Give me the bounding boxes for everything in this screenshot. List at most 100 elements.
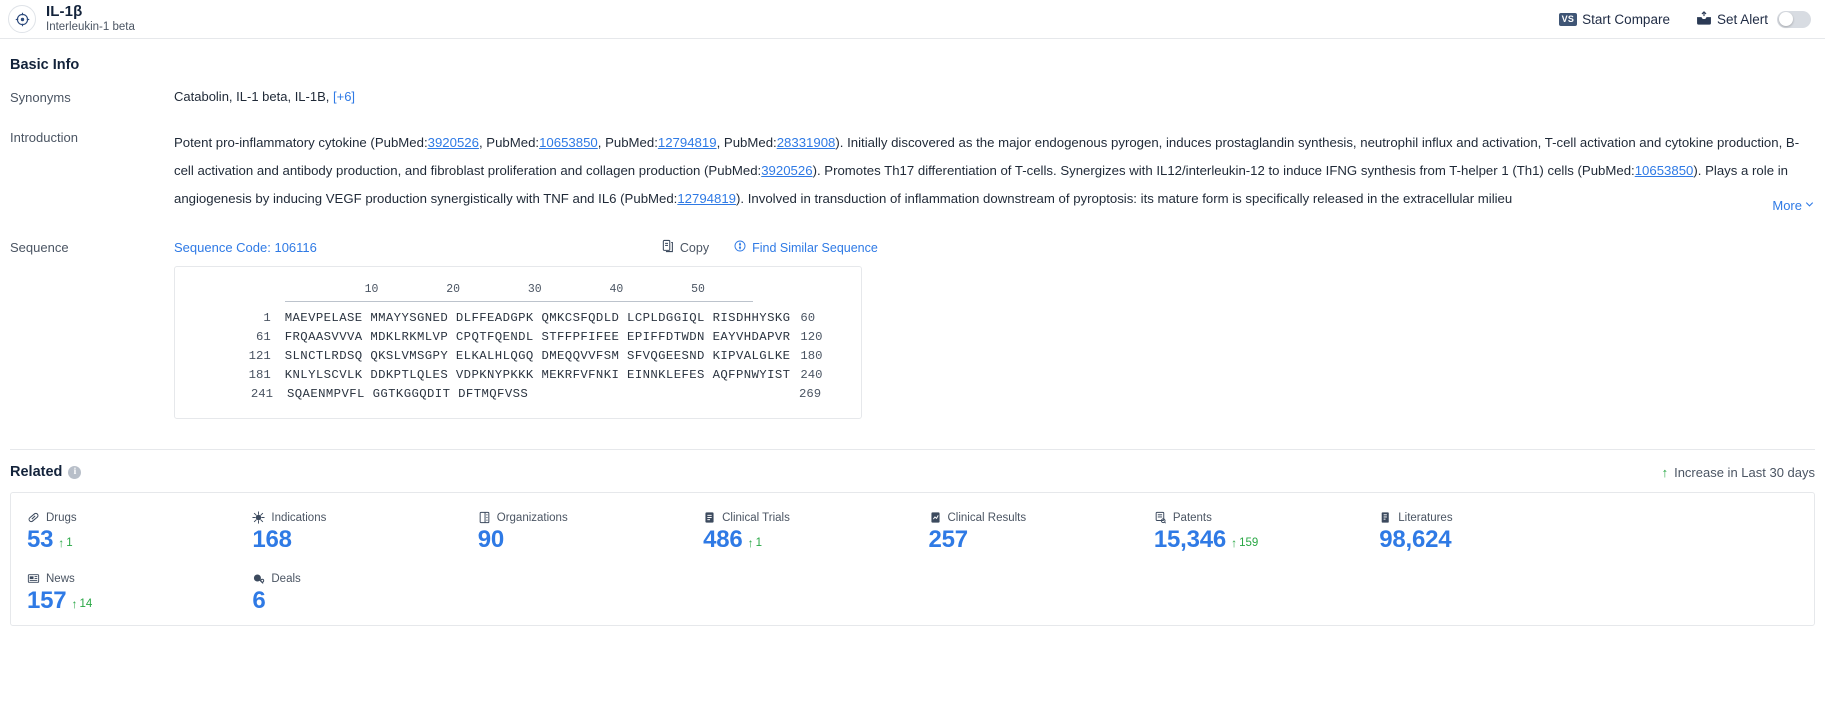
related-card[interactable]: Drugs 53 ↑ 1 (11, 503, 236, 564)
sequence-ruler-tick: 20 (446, 283, 461, 296)
related-card-value-wrap: 6 (252, 587, 461, 615)
set-alert-button[interactable]: Set Alert (1696, 10, 1811, 28)
basic-info-heading: Basic Info (10, 57, 80, 73)
sequence-value: Sequence Code: 106116 Copy Find Similar … (174, 239, 1815, 419)
pubmed-link[interactable]: 12794819 (677, 191, 736, 206)
virus-icon (252, 511, 266, 524)
related-card-label: Indications (271, 511, 327, 524)
find-similar-icon (733, 239, 747, 256)
sequence-line-start: 121 (248, 349, 271, 363)
related-card-label: Organizations (496, 511, 568, 524)
sequence-row: Sequence Sequence Code: 106116 Copy Find… (10, 239, 1815, 419)
sequence-line: 181 KNLYLSCVLK DDKPTLQLES VDPKNYPKKK MEKR… (175, 366, 861, 385)
sequence-ruler-tick: 10 (364, 283, 379, 296)
introduction-text-run: , PubMed: (597, 135, 658, 150)
alert-inbox-icon (1696, 10, 1712, 28)
related-card-spacer (1589, 503, 1814, 564)
find-similar-sequence-button[interactable]: Find Similar Sequence (733, 239, 878, 256)
related-card-label: News (46, 572, 75, 585)
related-card[interactable]: Organizations 90 (462, 503, 687, 564)
related-header: Related i ↑ Increase in Last 30 days (10, 449, 1815, 480)
sequence-ruler-tick: 40 (609, 283, 624, 296)
page-title: IL-1β (46, 3, 83, 21)
related-card[interactable]: News 157 ↑ 14 (11, 564, 236, 625)
sequence-header: Sequence Code: 106116 Copy Find Similar … (174, 239, 1815, 256)
pubmed-link[interactable]: 28331908 (777, 135, 836, 150)
sequence-code-link[interactable]: Sequence Code: 106116 (174, 240, 317, 255)
related-card[interactable]: Clinical Results 257 (913, 503, 1138, 564)
delta-up-arrow-icon: ↑ (1231, 536, 1238, 550)
related-card-header: Deals (252, 572, 461, 585)
synonyms-more-link[interactable]: [+6] (333, 89, 355, 104)
vs-badge-icon: VS (1558, 12, 1578, 26)
related-card-value[interactable]: 15,346 (1154, 526, 1226, 554)
sequence-line-end: 60 (800, 311, 816, 325)
start-compare-button[interactable]: VS Start Compare (1558, 11, 1670, 27)
introduction-text-run: , PubMed: (716, 135, 777, 150)
sequence-line-residues[interactable]: MAEVPELASE MMAYYSGNED DLFFEADGPK QMKCSFQ… (285, 309, 791, 328)
start-compare-label: Start Compare (1582, 11, 1670, 27)
related-card-value-wrap: 257 (929, 526, 1138, 554)
related-card-value[interactable]: 257 (929, 526, 969, 554)
sequence-ruler-tick: 50 (691, 283, 705, 296)
sequence-line-residues[interactable]: SQAENMPVFL GGTKGGQDIT DFTMQFVSS (287, 385, 528, 404)
sequence-line-start: 181 (248, 368, 271, 382)
pubmed-link[interactable]: 12794819 (658, 135, 717, 150)
related-card-value[interactable]: 98,624 (1379, 526, 1451, 554)
results-icon (929, 511, 942, 524)
sequence-lines: 1 MAEVPELASE MMAYYSGNED DLFFEADGPK QMKCSF… (175, 309, 861, 404)
building-icon (478, 511, 491, 524)
related-card-label: Clinical Trials (722, 511, 790, 524)
related-card-value[interactable]: 6 (252, 587, 265, 615)
pubmed-link[interactable]: 10653850 (539, 135, 598, 150)
related-card-delta-value: 159 (1239, 537, 1259, 549)
sequence-line-residues[interactable]: SLNCTLRDSQ QKSLVMSGPY ELKALHLQGQ DMEQQVV… (285, 347, 791, 366)
related-card[interactable]: Deals 6 (236, 564, 461, 625)
header-titles: IL-1β Interleukin-1 beta (46, 4, 135, 34)
related-card-value-wrap: 168 (252, 526, 461, 554)
news-icon (27, 572, 40, 585)
sequence-actions: Copy Find Similar Sequence (661, 239, 878, 256)
related-title: Related (10, 464, 63, 480)
introduction-text-run: ). Promotes Th17 differentiation of T-ce… (812, 163, 1635, 178)
related-card-header: Drugs (27, 511, 236, 524)
related-card-value[interactable]: 53 (27, 526, 53, 554)
related-card[interactable]: Clinical Trials 486 ↑ 1 (687, 503, 912, 564)
related-card-value-wrap: 15,346 ↑ 159 (1154, 526, 1363, 554)
page-subtitle: Interleukin-1 beta (46, 21, 135, 34)
introduction-text-run: ). Involved in transduction of inflammat… (736, 191, 1513, 206)
sequence-line: 121 SLNCTLRDSQ QKSLVMSGPY ELKALHLQGQ DMEQ… (175, 347, 861, 366)
related-card-value[interactable]: 486 (703, 526, 743, 554)
delta-up-arrow-icon: ↑ (58, 536, 65, 550)
header-identity: IL-1β Interleukin-1 beta (8, 4, 135, 34)
set-alert-label: Set Alert (1716, 11, 1768, 27)
related-card-value[interactable]: 90 (478, 526, 504, 554)
related-card[interactable]: Literatures 98,624 (1363, 503, 1588, 564)
introduction-label: Introduction (10, 130, 78, 145)
target-icon (8, 5, 36, 33)
related-card-delta: ↑ 1 (748, 537, 762, 549)
sequence-line-end: 269 (799, 387, 822, 401)
alert-toggle[interactable] (1777, 10, 1811, 28)
header-actions: VS Start Compare Set Alert (1558, 10, 1811, 28)
sequence-line-residues[interactable]: KNLYLSCVLK DDKPTLQLES VDPKNYPKKK MEKRFVF… (285, 366, 791, 385)
pubmed-link[interactable]: 3920526 (428, 135, 479, 150)
sequence-line-residues[interactable]: FRQAASVVVA MDKLRKMLVP CPQTFQENDL STFFPFI… (285, 328, 791, 347)
pubmed-link[interactable]: 3920526 (761, 163, 812, 178)
chevron-down-icon (1804, 198, 1815, 213)
related-card-header: Literatures (1379, 511, 1588, 524)
delta-up-arrow-icon: ↑ (71, 597, 78, 611)
related-card-delta: ↑ 14 (71, 598, 92, 610)
introduction-value: Potent pro-inflammatory cytokine (PubMed… (174, 129, 1815, 213)
related-card[interactable]: Patents 15,346 ↑ 159 (1138, 503, 1363, 564)
sequence-line-start: 61 (255, 330, 271, 344)
related-card-value[interactable]: 168 (252, 526, 292, 554)
related-card[interactable]: Indications 168 (236, 503, 461, 564)
pubmed-link[interactable]: 10653850 (1635, 163, 1694, 178)
copy-sequence-button[interactable]: Copy (661, 239, 709, 256)
sequence-line-end: 240 (800, 368, 823, 382)
info-icon[interactable]: i (68, 465, 82, 479)
introduction-more-button[interactable]: More (1768, 198, 1815, 213)
related-card-value[interactable]: 157 (27, 587, 67, 615)
related-card-delta-value: 1 (66, 537, 73, 549)
